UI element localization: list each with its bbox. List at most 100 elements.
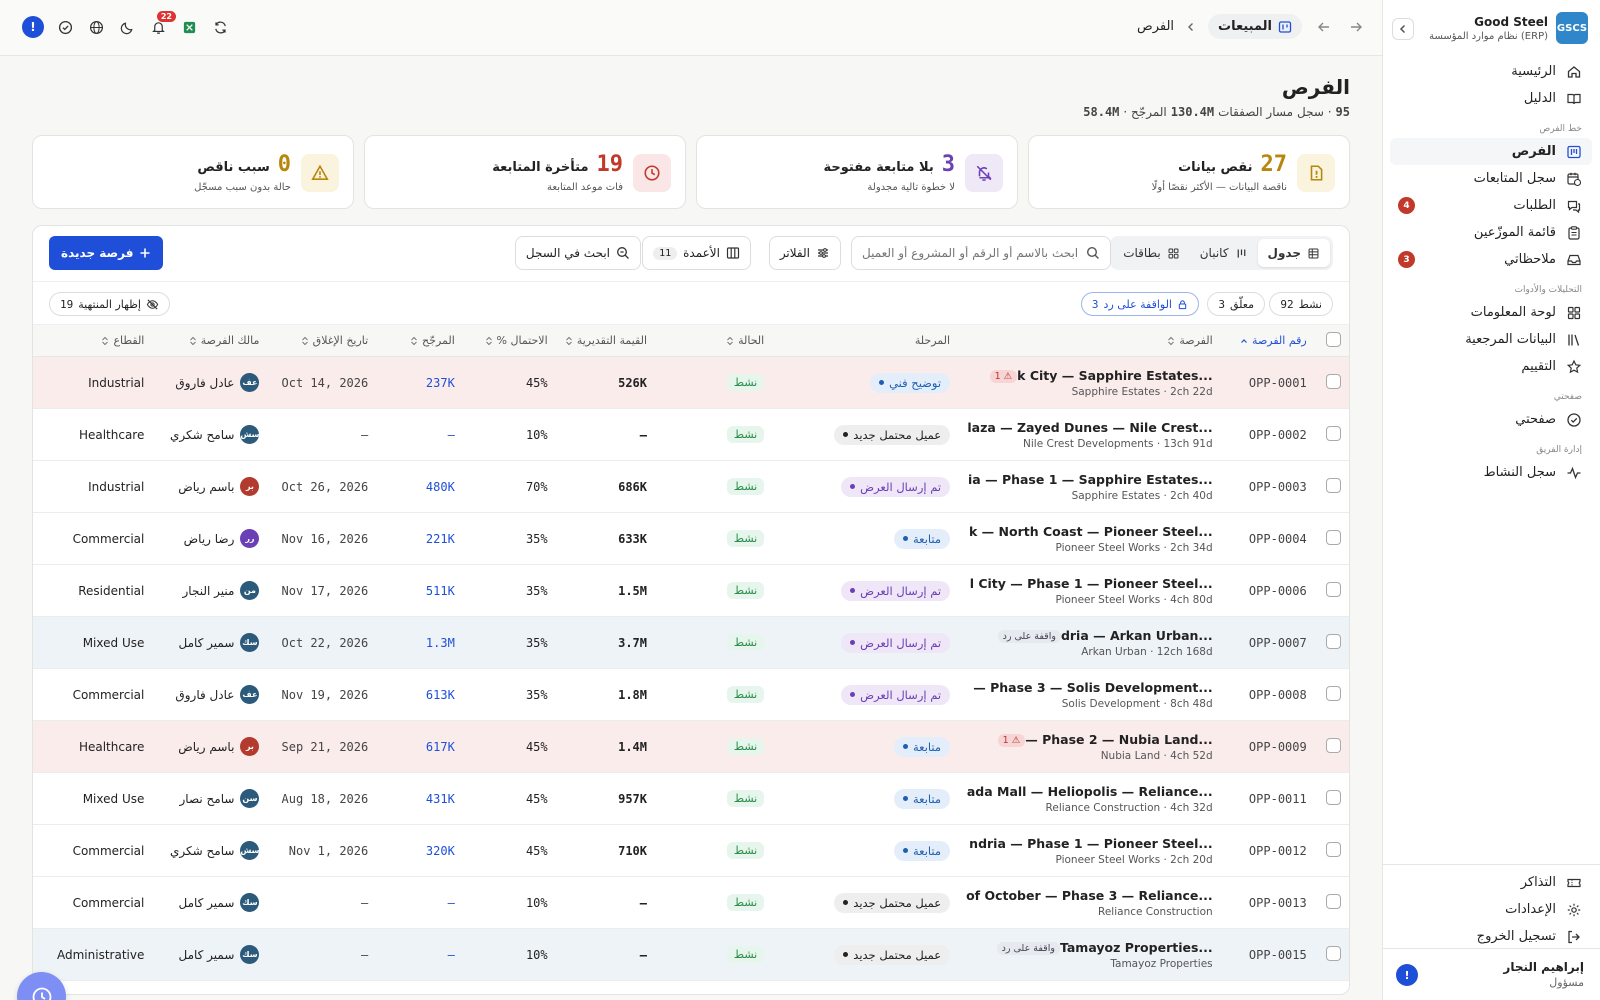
sidebar-item-book[interactable]: الدليل <box>1382 85 1600 112</box>
row-checkbox[interactable] <box>1326 685 1341 701</box>
show-closed-toggle[interactable]: إظهار المنتهية 19 <box>49 292 170 316</box>
sidebar-item-inbox[interactable]: ملاحظاتي 3 <box>1382 246 1600 273</box>
row-checkbox[interactable] <box>1326 633 1341 649</box>
sidebar-item-star[interactable]: التقييم <box>1382 353 1600 380</box>
table-row[interactable]: OPP-0002 laza — Zayed Dunes — Nile Crest.… <box>33 408 1349 461</box>
row-checkbox[interactable] <box>1326 581 1341 597</box>
sidebar-item-activity[interactable]: سجل النشاط <box>1382 459 1600 486</box>
new-opportunity-button[interactable]: فرصة جديدة <box>49 236 164 270</box>
column-header[interactable]: الفرصة <box>958 324 1221 357</box>
column-header[interactable]: رقم الفرصة <box>1220 324 1315 357</box>
table-row[interactable]: OPP-0011 ada Mall — Heliopolis — Reliance… <box>33 772 1349 825</box>
sidebar-item-library[interactable]: البيانات المرجعية <box>1382 326 1600 353</box>
sidebar-item-settings[interactable]: الإعدادات <box>1382 896 1600 923</box>
columns-button[interactable]: الأعمدة 11 <box>642 236 751 270</box>
chip-onhold-count: 3 <box>1218 297 1225 311</box>
tasks-button[interactable] <box>55 15 75 39</box>
alert-button[interactable]: ! <box>22 16 44 38</box>
opportunity-title[interactable]: k — North Coast — Pioneer Steel... <box>969 524 1213 539</box>
refresh-button[interactable] <box>210 15 230 39</box>
opportunity-title[interactable]: — Phase 3 — Solis Development... <box>973 680 1212 695</box>
inbox-icon <box>1567 254 1581 265</box>
brand[interactable]: GSCS Good Steel نظام موارد المؤسسة (ERP) <box>1388 12 1588 44</box>
row-checkbox[interactable] <box>1326 373 1341 389</box>
back-button[interactable] <box>1314 15 1334 39</box>
row-checkbox[interactable] <box>1326 945 1341 961</box>
opportunity-title[interactable]: laza — Zayed Dunes — Nile Crest... <box>967 420 1212 435</box>
table-row[interactable]: OPP-0001 1 ⚠ k City — Sapphire Estates... S… <box>33 356 1349 409</box>
sidebar-item-logout[interactable]: تسجيل الخروج <box>1382 923 1600 950</box>
column-header[interactable]: الاحتمال % <box>462 324 556 357</box>
table-row[interactable]: OPP-0008 — Phase 3 — Solis Development...… <box>33 668 1349 721</box>
view-tab-table[interactable]: جدول <box>1257 239 1330 267</box>
table-row[interactable]: OPP-0006 l City — Phase 1 — Pioneer Steel… <box>33 564 1349 617</box>
table-row[interactable]: OPP-0003 ia — Phase 1 — Sapphire Estates.… <box>33 460 1349 513</box>
user-profile[interactable]: إبراهيم النجار مسؤول ! <box>1382 948 1600 1000</box>
opportunity-title[interactable]: k City — Sapphire Estates... <box>1017 368 1213 383</box>
opportunity-title[interactable]: of October — Phase 3 — Reliance... <box>966 888 1213 903</box>
table-row[interactable]: OPP-0012 ndria — Phase 1 — Pioneer Steel.… <box>33 824 1349 877</box>
weighted-value: 58.4M <box>1083 105 1120 119</box>
kpi-card[interactable]: 0 سبب ناقص حالة بدون سبب مسجّل <box>32 135 354 209</box>
table-row[interactable]: OPP-0015 واقفة على رد Tamayoz Properties..… <box>33 928 1349 981</box>
sidebar-item-label: الطلبات <box>1513 198 1556 213</box>
table-row[interactable]: OPP-0009 1 ⚠ — Phase 2 — Nubia Land... Nubi… <box>33 720 1349 773</box>
collapse-sidebar-button[interactable] <box>1392 18 1414 40</box>
column-header[interactable]: مالك الفرصة <box>152 324 268 357</box>
sidebar-item-home[interactable]: الرئيسية <box>1382 58 1600 85</box>
sidebar-item-message[interactable]: الطلبات 4 <box>1382 192 1600 219</box>
table-row[interactable]: OPP-0004 k — North Coast — Pioneer Steel.… <box>33 512 1349 565</box>
opportunity-title[interactable]: l City — Phase 1 — Pioneer Steel... <box>970 576 1213 591</box>
view-tab-cards[interactable]: بطاقات <box>1113 239 1190 267</box>
row-checkbox[interactable] <box>1326 529 1341 545</box>
sidebar-item-check-circle[interactable]: صفحتي <box>1382 406 1600 433</box>
opportunity-title[interactable]: dria — Arkan Urban... <box>1061 628 1213 643</box>
column-header[interactable]: المرجّح <box>376 324 463 357</box>
chip-active[interactable]: نشط 92 <box>1269 292 1333 316</box>
sidebar-item-calendar-clock[interactable]: سجل المتابعات <box>1382 165 1600 192</box>
language-button[interactable] <box>86 15 106 39</box>
notifications-button[interactable]: 22 <box>148 11 176 39</box>
column-header[interactable]: المرحلة <box>772 324 959 357</box>
sidebar-item-kanban[interactable]: الفرص <box>1390 138 1592 165</box>
log-search-button[interactable]: ابحث في السجل <box>514 236 641 270</box>
view-tab-columns[interactable]: كانبان <box>1190 239 1258 267</box>
column-header[interactable]: القيمة التقديرية <box>555 324 656 357</box>
forward-button[interactable] <box>1346 15 1366 39</box>
table-row[interactable]: OPP-0013 of October — Phase 3 — Reliance.… <box>33 876 1349 929</box>
chip-onhold[interactable]: معلّق 3 <box>1207 292 1265 316</box>
column-header[interactable]: الحالة <box>655 324 773 357</box>
sidebar-item-grid[interactable]: لوحة المعلومات <box>1382 299 1600 326</box>
column-header[interactable]: القطاع <box>49 324 153 357</box>
row-checkbox[interactable] <box>1326 789 1341 805</box>
opportunity-title[interactable]: ada Mall — Heliopolis — Reliance... <box>967 784 1213 799</box>
row-checkbox[interactable] <box>1326 425 1341 441</box>
row-checkbox[interactable] <box>1326 737 1341 753</box>
opportunity-title[interactable]: Tamayoz Properties... <box>1060 940 1213 955</box>
select-all-checkbox[interactable] <box>1326 331 1341 347</box>
row-checkbox[interactable] <box>1326 841 1341 857</box>
row-checkbox[interactable] <box>1326 477 1341 493</box>
kpi-card[interactable]: 19 متأخرة المتابعة فات موعد المتابعة <box>364 135 686 209</box>
kpi-card[interactable]: 3 بلا متابعة مفتوحة لا خطوة تالية مجدولة <box>696 135 1018 209</box>
column-header[interactable]: تاريخ الإغلاق <box>267 324 377 357</box>
opportunity-client: Reliance Construction · 4ch 32d <box>1045 801 1213 814</box>
spreadsheet-icon <box>183 21 195 33</box>
chip-awaiting[interactable]: الواقفة على رد 3 <box>1080 292 1199 316</box>
search-box[interactable] <box>851 236 1111 270</box>
filters-button[interactable]: الفلاتر <box>768 236 841 270</box>
check-circle-icon <box>1567 412 1581 427</box>
grid-icon <box>1567 306 1581 319</box>
search-input[interactable] <box>862 246 1078 260</box>
opportunity-title[interactable]: — Phase 2 — Nubia Land... <box>1025 732 1212 747</box>
table-row[interactable]: OPP-0007 واقفة على رد dria — Arkan Urban..… <box>33 616 1349 669</box>
sidebar-item-ticket[interactable]: التذاكر <box>1382 869 1600 896</box>
row-checkbox[interactable] <box>1326 893 1341 909</box>
opportunity-title[interactable]: ndria — Phase 1 — Pioneer Steel... <box>969 836 1212 851</box>
theme-toggle[interactable] <box>117 15 137 39</box>
opportunity-title[interactable]: ia — Phase 1 — Sapphire Estates... <box>968 472 1213 487</box>
export-button[interactable] <box>179 15 199 39</box>
kpi-card[interactable]: 27 نقص بيانات ناقصة البيانات — الأكثر نقصً… <box>1028 135 1350 209</box>
breadcrumb-section[interactable]: المبيعات <box>1208 14 1302 39</box>
sidebar-item-clipboard[interactable]: قائمة الموزّعين <box>1382 219 1600 246</box>
